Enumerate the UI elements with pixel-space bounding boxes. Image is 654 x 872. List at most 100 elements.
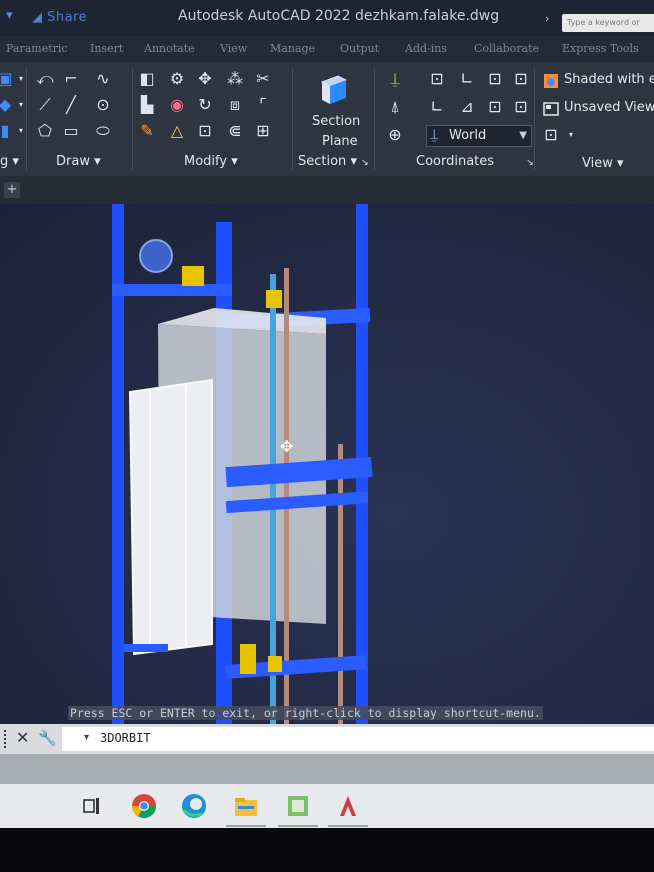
section-plane-button[interactable]: Section Plane	[306, 68, 364, 152]
dialog-launcher-icon[interactable]: ↘	[361, 158, 369, 168]
file-tabs: +	[0, 176, 654, 204]
dropdown-icon[interactable]: ▾	[12, 122, 30, 140]
edge-icon[interactable]	[180, 792, 208, 820]
tab-manage[interactable]: Manage	[270, 42, 315, 55]
rotate-icon[interactable]: ↻	[196, 96, 214, 114]
autocad-window: ▾ ◢ Share Autodesk AutoCAD 2022 dezhkam.…	[0, 0, 654, 872]
tab-output[interactable]: Output	[340, 42, 379, 55]
ucs-z-icon[interactable]: ⊡	[512, 70, 530, 88]
task-view-icon[interactable]	[78, 792, 106, 820]
close-icon[interactable]: ✕	[16, 728, 29, 747]
ucs-icon[interactable]: ⍊	[386, 70, 404, 88]
triangle-icon[interactable]: △	[168, 122, 186, 140]
mirror-icon[interactable]: ◧	[138, 70, 156, 88]
tab-view[interactable]: View	[220, 42, 247, 55]
move-icon[interactable]: ✥	[196, 70, 214, 88]
tab-insert[interactable]: Insert	[90, 42, 123, 55]
ellipse-icon[interactable]: ⬭	[94, 122, 112, 140]
status-bar	[0, 754, 654, 784]
window-title: Autodesk AutoCAD 2022 dezhkam.falake.dwg	[178, 8, 500, 24]
sweep-icon[interactable]: ⌐	[62, 70, 80, 88]
monitor-bezel	[0, 828, 654, 872]
scale-icon[interactable]: ⧈	[226, 96, 244, 114]
ucs-world-icon[interactable]: ⍋	[386, 98, 404, 116]
dropdown-icon[interactable]: ▾	[562, 126, 580, 144]
panel-label-partial[interactable]: g ▾	[0, 154, 19, 169]
chevron-right-icon[interactable]: ›	[545, 12, 549, 25]
dialog-launcher-icon[interactable]: ↘	[526, 158, 534, 168]
drag-handle[interactable]	[4, 730, 12, 748]
visual-style-icon	[544, 74, 558, 88]
panel-modify[interactable]: Modify ▾	[184, 154, 238, 169]
share-label: Share	[47, 10, 88, 25]
chrome-icon[interactable]	[130, 792, 158, 820]
panel-coordinates[interactable]: Coordinates ↘	[416, 154, 534, 169]
tab-annotate[interactable]: Annotate	[144, 42, 195, 55]
drawing-viewport[interactable]: ✥ Press ESC or ENTER to exit, or right-c…	[0, 204, 654, 724]
grid-array-icon[interactable]: ⊞	[254, 122, 272, 140]
tab-parametric[interactable]: Parametric	[6, 42, 68, 55]
autocad-icon[interactable]	[334, 792, 362, 820]
share-icon: ◢	[32, 10, 48, 25]
polyline-icon[interactable]: ⤺	[36, 70, 54, 88]
orbit-cursor-icon: ✥	[280, 437, 293, 456]
search-input[interactable]: Type a keyword or phrase	[562, 14, 654, 45]
named-view-dropdown[interactable]: Unsaved View	[540, 98, 654, 120]
guide-shoe	[266, 290, 282, 308]
panel-section[interactable]: Section ▾ ↘	[298, 154, 369, 169]
align-icon[interactable]: ⚙	[168, 70, 186, 88]
dropdown-icon[interactable]: ▾	[12, 70, 30, 88]
extend-icon[interactable]: ⌜	[254, 96, 272, 114]
rectangle-icon[interactable]: ▭	[62, 122, 80, 140]
visual-style-dropdown[interactable]: Shaded with e...	[540, 70, 654, 92]
offset-icon[interactable]: ⋐	[226, 122, 244, 140]
orbit-hint-text: Press ESC or ENTER to exit, or right-cli…	[68, 706, 543, 720]
safety-gear	[268, 656, 282, 672]
tab-add-ins[interactable]: Add-ins	[405, 42, 447, 55]
spline-icon[interactable]: ∿	[94, 70, 112, 88]
named-view-icon	[543, 102, 559, 116]
ucs-origin-icon[interactable]: ⊡	[428, 70, 446, 88]
ucs-face-icon[interactable]: ⊡	[486, 98, 504, 116]
erase-icon[interactable]: ✎	[138, 122, 156, 140]
active-indicator	[278, 825, 318, 827]
circle-icon[interactable]: ⊙	[94, 96, 112, 114]
tab-express-tools[interactable]: Express Tools	[562, 42, 639, 55]
panel-section-label: Section	[298, 154, 347, 169]
array-icon[interactable]: ⁂	[226, 70, 244, 88]
divider	[534, 68, 535, 170]
line-segment-icon[interactable]: ╱	[62, 96, 80, 114]
ucs-view-icon[interactable]: ∟	[428, 98, 446, 116]
quick-access-menu-icon[interactable]: ▾	[6, 8, 13, 23]
app-icon[interactable]	[284, 792, 312, 820]
ucs-x-icon[interactable]: ∟	[458, 70, 476, 88]
ucs-3point-icon[interactable]: ⊡	[512, 98, 530, 116]
trim-icon[interactable]: ✂	[254, 70, 272, 88]
panel-draw[interactable]: Draw ▾	[56, 154, 101, 169]
boolean-icon[interactable]: ◉	[168, 96, 186, 114]
ucs-y-icon[interactable]: ⊡	[486, 70, 504, 88]
visual-style-value: Shaded with e...	[564, 72, 654, 87]
ucs-named-icon[interactable]: ⊕	[386, 126, 404, 144]
guide-rail	[284, 268, 289, 724]
viewport-config-icon[interactable]: ⊡	[542, 126, 560, 144]
wrench-icon[interactable]: 🔧	[38, 729, 57, 747]
ucs-world-dropdown[interactable]: ⍊ World ▼	[426, 125, 532, 147]
stretch-icon[interactable]: ⊡	[196, 122, 214, 140]
fillet-icon[interactable]: ▙	[138, 96, 156, 114]
tab-collaborate[interactable]: Collaborate	[474, 42, 539, 55]
share-button[interactable]: ◢ Share	[32, 10, 87, 25]
rail-left	[112, 204, 124, 724]
dropdown-icon[interactable]: ▾	[12, 96, 30, 114]
command-input[interactable]: ▾ 3DORBIT	[62, 727, 654, 751]
polygon-icon[interactable]: ⬠	[36, 122, 54, 140]
file-explorer-icon[interactable]	[232, 792, 260, 820]
guide-shoe	[182, 266, 204, 286]
sheave	[139, 239, 173, 273]
line-icon[interactable]: ⟋	[36, 96, 54, 114]
chevron-down-icon[interactable]: ▾	[84, 732, 89, 743]
ucs-object-icon[interactable]: ⊿	[458, 98, 476, 116]
new-tab-icon[interactable]: +	[4, 182, 20, 198]
panel-view[interactable]: View ▾	[582, 156, 624, 171]
panel-view-label: View	[582, 156, 613, 171]
